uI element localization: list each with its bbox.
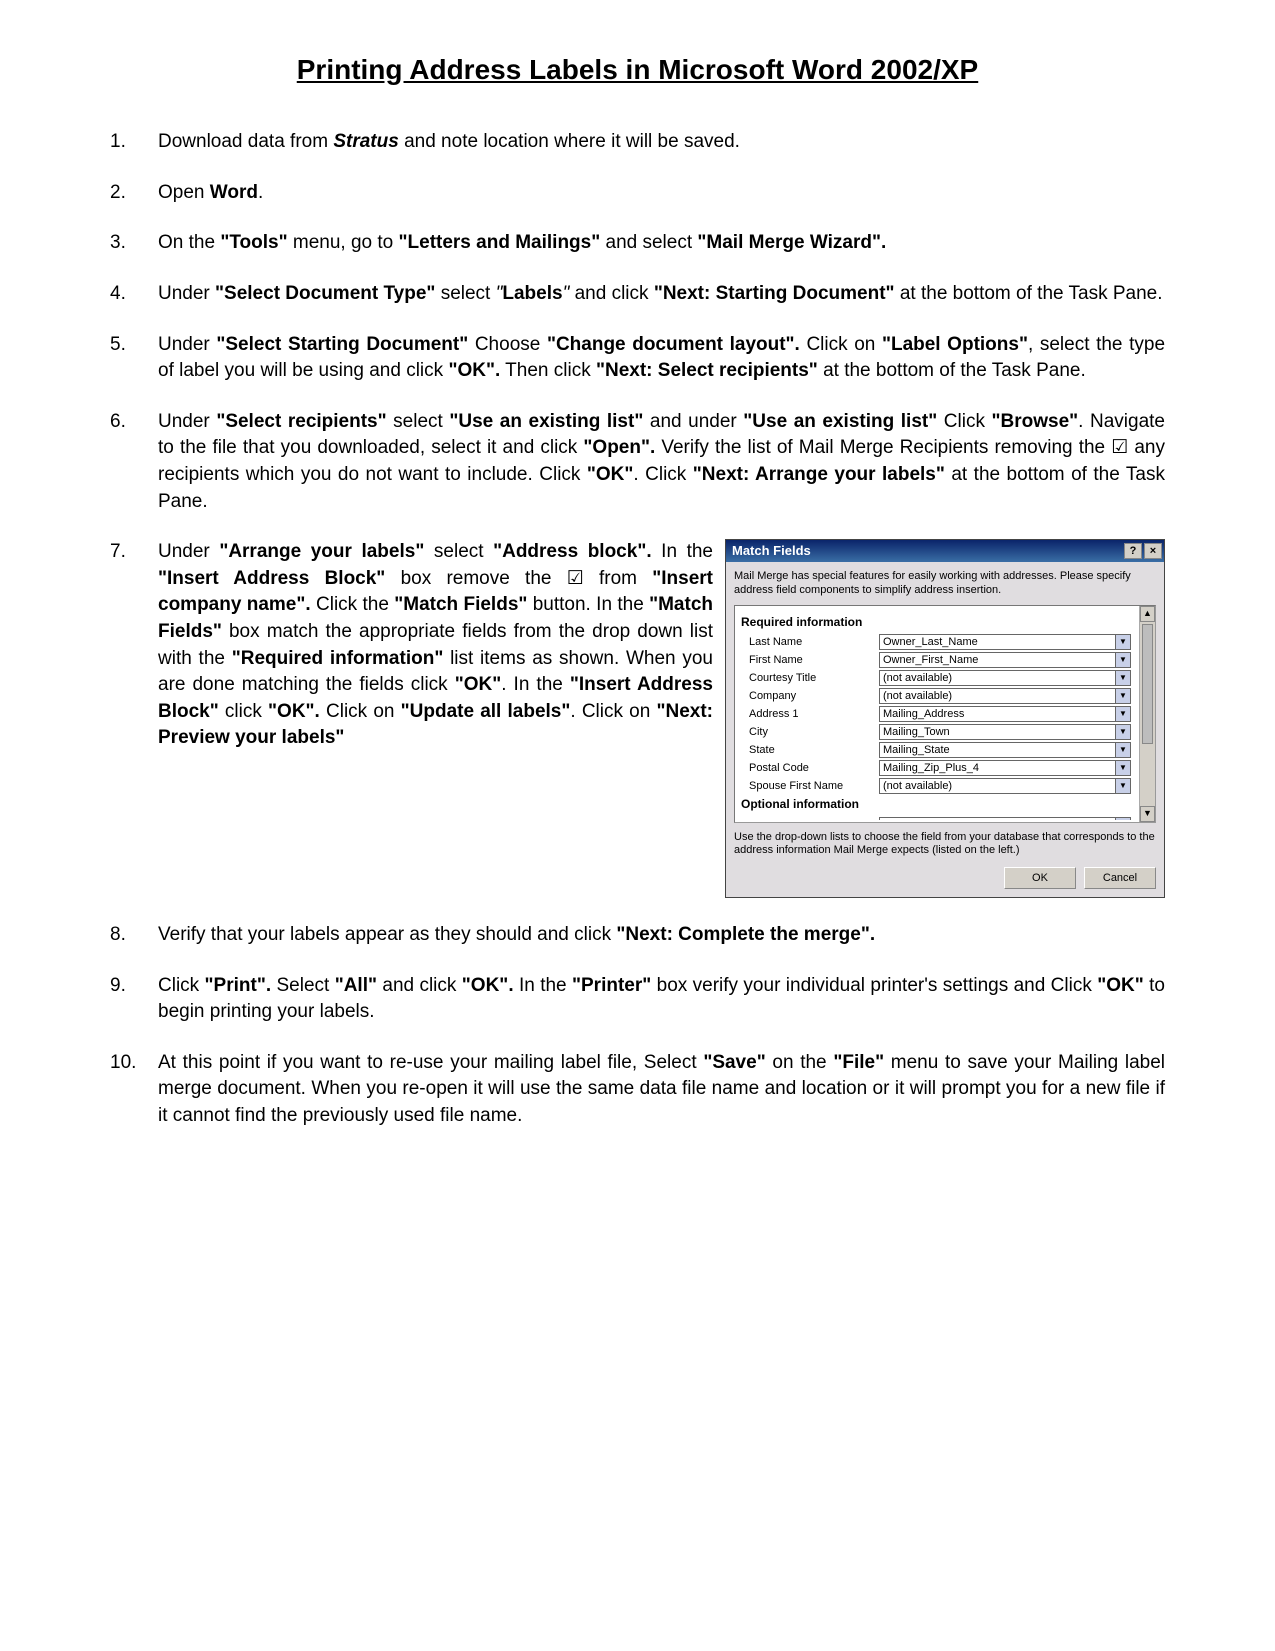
- field-row-state: State Mailing_State▼: [741, 742, 1151, 758]
- step-4: Under "Select Document Type" select "Lab…: [110, 281, 1165, 308]
- combo-spouse-first-name[interactable]: (not available)▼: [879, 778, 1131, 794]
- field-row-company: Company (not available)▼: [741, 688, 1151, 704]
- step-1: Download data from Stratus and note loca…: [110, 129, 1165, 156]
- field-row-spouse-first-name: Spouse First Name (not available)▼: [741, 778, 1151, 794]
- field-row-postal-code: Postal Code Mailing_Zip_Plus_4▼: [741, 760, 1151, 776]
- chevron-down-icon[interactable]: ▼: [1115, 724, 1131, 740]
- step-2: Open Word.: [110, 180, 1165, 207]
- optional-info-header: Optional information: [741, 796, 1151, 813]
- dialog-description: Mail Merge has special features for easi…: [734, 570, 1156, 596]
- ok-button[interactable]: OK: [1004, 867, 1076, 889]
- field-row-first-name: First Name Owner_First_Name▼: [741, 652, 1151, 668]
- step-10: At this point if you want to re-use your…: [110, 1050, 1165, 1130]
- field-row-city: City Mailing_Town▼: [741, 724, 1151, 740]
- chevron-down-icon[interactable]: ▼: [1115, 688, 1131, 704]
- combo-city[interactable]: Mailing_Town▼: [879, 724, 1131, 740]
- field-row-address-1: Address 1 Mailing_Address▼: [741, 706, 1151, 722]
- page-title: Printing Address Labels in Microsoft Wor…: [110, 50, 1165, 89]
- field-list-frame: Required information Last Name Owner_Las…: [734, 605, 1156, 823]
- scroll-thumb[interactable]: [1142, 624, 1153, 744]
- close-button[interactable]: ×: [1144, 543, 1162, 559]
- chevron-down-icon[interactable]: ▼: [1115, 670, 1131, 686]
- combo-postal-code[interactable]: Mailing_Zip_Plus_4▼: [879, 760, 1131, 776]
- cancel-button[interactable]: Cancel: [1084, 867, 1156, 889]
- combo-first-name[interactable]: Owner_First_Name▼: [879, 652, 1131, 668]
- step-8: Verify that your labels appear as they s…: [110, 922, 1165, 949]
- scrollbar[interactable]: ▲ ▼: [1139, 606, 1155, 822]
- scroll-down-icon[interactable]: ▼: [1140, 806, 1155, 822]
- scroll-up-icon[interactable]: ▲: [1140, 606, 1155, 622]
- field-row-last-name: Last Name Owner_Last_Name▼: [741, 634, 1151, 650]
- combo-middle-name[interactable]: (not available)▼: [879, 817, 1131, 819]
- step-5: Under "Select Starting Document" Choose …: [110, 332, 1165, 385]
- step-3: On the "Tools" menu, go to "Letters and …: [110, 230, 1165, 257]
- chevron-down-icon[interactable]: ▼: [1115, 778, 1131, 794]
- instruction-list: Download data from Stratus and note loca…: [110, 129, 1165, 1129]
- dialog-titlebar: Match Fields ? ×: [726, 540, 1164, 562]
- combo-courtesy-title[interactable]: (not available)▼: [879, 670, 1131, 686]
- step-7: Under "Arrange your labels" select "Addr…: [110, 539, 1165, 898]
- chevron-down-icon[interactable]: ▼: [1115, 817, 1131, 819]
- combo-company[interactable]: (not available)▼: [879, 688, 1131, 704]
- chevron-down-icon[interactable]: ▼: [1115, 706, 1131, 722]
- dialog-title: Match Fields: [732, 542, 811, 560]
- required-info-header: Required information: [741, 614, 1151, 631]
- combo-state[interactable]: Mailing_State▼: [879, 742, 1131, 758]
- help-button[interactable]: ?: [1124, 543, 1142, 559]
- step-6: Under "Select recipients" select "Use an…: [110, 409, 1165, 515]
- match-fields-dialog: Match Fields ? × Mail Merge has special …: [725, 539, 1165, 898]
- dialog-bottom-note: Use the drop-down lists to choose the fi…: [734, 831, 1156, 857]
- chevron-down-icon[interactable]: ▼: [1115, 634, 1131, 650]
- chevron-down-icon[interactable]: ▼: [1115, 742, 1131, 758]
- chevron-down-icon[interactable]: ▼: [1115, 652, 1131, 668]
- combo-address-1[interactable]: Mailing_Address▼: [879, 706, 1131, 722]
- step-9: Click "Print". Select "All" and click "O…: [110, 973, 1165, 1026]
- chevron-down-icon[interactable]: ▼: [1115, 760, 1131, 776]
- field-row-middle-name: Middle Name (not available)▼: [741, 817, 1151, 819]
- combo-last-name[interactable]: Owner_Last_Name▼: [879, 634, 1131, 650]
- field-row-courtesy-title: Courtesy Title (not available)▼: [741, 670, 1151, 686]
